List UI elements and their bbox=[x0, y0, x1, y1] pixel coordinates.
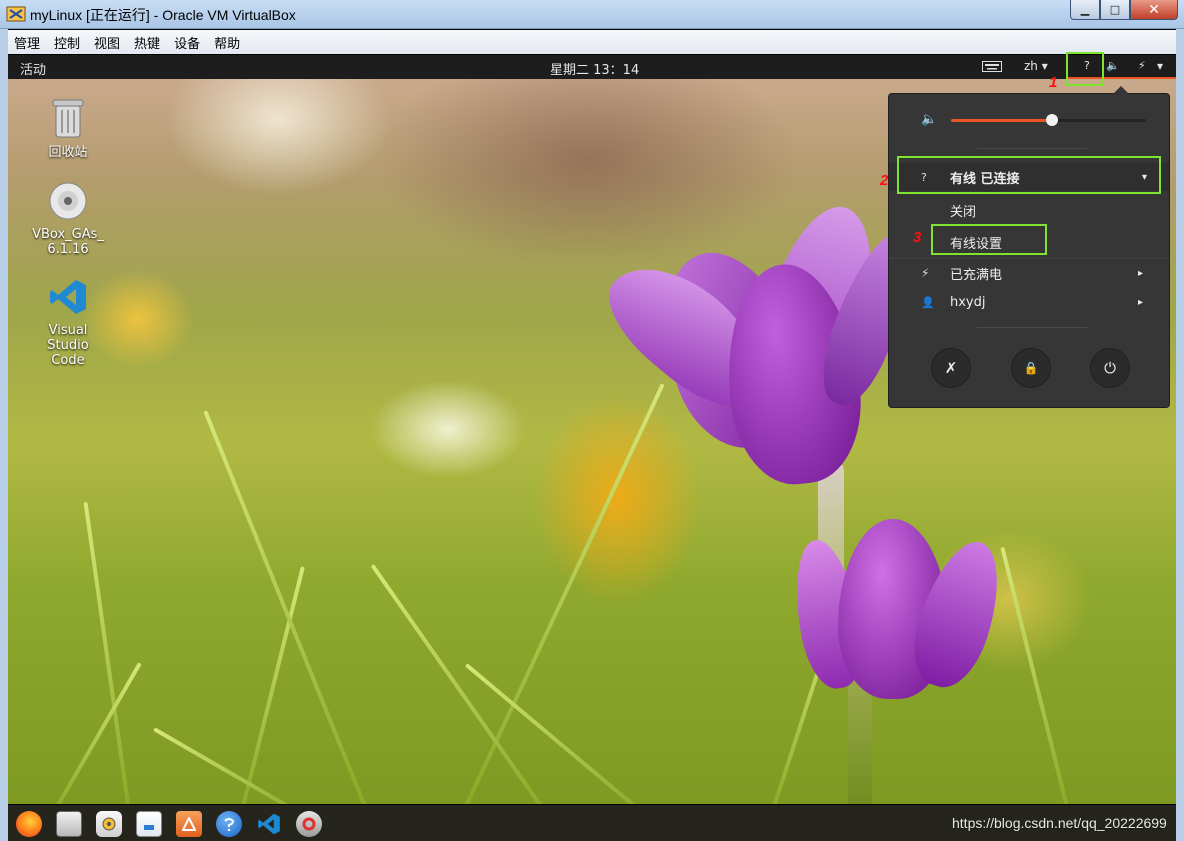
grass-blade bbox=[1000, 546, 1072, 804]
clock[interactable]: 星期二 13：14 bbox=[550, 59, 639, 78]
maximize-button[interactable]: □ bbox=[1100, 0, 1130, 20]
menubar: 管理 控制 视图 热键 设备 帮助 bbox=[8, 30, 1176, 54]
trash-icon bbox=[52, 99, 84, 138]
grass-blade bbox=[203, 410, 372, 804]
menu-manage[interactable]: 管理 bbox=[14, 33, 40, 52]
lock-button[interactable]: 🔒 bbox=[1011, 348, 1051, 388]
chevron-right-icon: ▸ bbox=[1137, 296, 1143, 308]
highlight-box-2 bbox=[897, 156, 1161, 194]
highlight-box-1 bbox=[1066, 52, 1104, 86]
wired-off-item[interactable]: 关闭 bbox=[889, 196, 1169, 224]
battery-icon: ⚡ bbox=[921, 266, 930, 280]
libreoffice-writer-icon[interactable] bbox=[136, 811, 162, 837]
grass-blade bbox=[153, 727, 311, 804]
virtualbox-icon bbox=[6, 6, 26, 22]
power-button[interactable]: ⏻ bbox=[1090, 348, 1130, 388]
volume-slider-knob[interactable] bbox=[1046, 114, 1059, 126]
minimize-button[interactable]: ▁ bbox=[1070, 0, 1100, 20]
window-frame-right bbox=[1176, 29, 1184, 841]
menu-control[interactable]: 控制 bbox=[54, 33, 80, 52]
grass-blade bbox=[48, 662, 142, 804]
volume-icon[interactable]: 🔈 bbox=[1106, 59, 1120, 72]
battery-icon[interactable]: ⚡ bbox=[1138, 59, 1146, 72]
separator bbox=[977, 327, 1087, 328]
chevron-right-icon: ▸ bbox=[1137, 267, 1143, 279]
vscode-icon bbox=[50, 280, 86, 314]
menu-help[interactable]: 帮助 bbox=[214, 33, 240, 52]
rhythmbox-icon[interactable] bbox=[96, 811, 122, 837]
watermark: https://blog.csdn.net/qq_20222699 bbox=[952, 815, 1167, 831]
callout-number-1: 1 bbox=[1049, 74, 1058, 91]
desktop-icon-vbox-gas[interactable]: VBox_GAs_ 6.1.16 bbox=[28, 181, 108, 257]
desktop-icon-label: Visual Studio Code bbox=[47, 323, 89, 368]
callout-number-2: 2 bbox=[880, 172, 889, 189]
menu-view[interactable]: 视图 bbox=[94, 33, 120, 52]
user-item[interactable]: 👤 hxydj ▸ bbox=[889, 288, 1169, 316]
keyboard-icon[interactable] bbox=[982, 61, 1002, 72]
callout-number-3: 3 bbox=[913, 229, 922, 246]
power-icon: ⏻ bbox=[1104, 359, 1116, 377]
separator bbox=[977, 148, 1087, 149]
window-titlebar[interactable]: myLinux [正在运行] - Oracle VM VirtualBox ▁ … bbox=[0, 0, 1184, 29]
desktop-icon-trash[interactable]: 回收站 bbox=[28, 95, 108, 160]
battery-item[interactable]: ⚡ 已充满电 ▸ bbox=[889, 259, 1169, 287]
files-icon[interactable] bbox=[56, 811, 82, 837]
volume-icon: 🔈 bbox=[921, 112, 938, 127]
popup-arrow bbox=[1113, 86, 1129, 94]
desktop-icon-label: 回收站 bbox=[48, 145, 88, 160]
wired-off-label: 关闭 bbox=[950, 204, 977, 220]
lock-icon: 🔒 bbox=[1023, 361, 1039, 375]
volume-slider[interactable] bbox=[951, 114, 1146, 126]
vscode-icon[interactable] bbox=[256, 811, 282, 837]
grass-blade bbox=[458, 383, 665, 804]
software-center-icon[interactable] bbox=[176, 811, 202, 837]
activities-button[interactable]: 活动 bbox=[20, 59, 46, 78]
desktop-icon-vscode[interactable]: Visual Studio Code bbox=[28, 277, 108, 368]
language-selector[interactable]: zh ▾ bbox=[1024, 59, 1048, 73]
cdrom-icon bbox=[49, 182, 87, 220]
menu-hotkeys[interactable]: 热键 bbox=[134, 33, 160, 52]
user-label: hxydj bbox=[950, 294, 986, 310]
highlight-box-3 bbox=[931, 224, 1047, 255]
menu-devices[interactable]: 设备 bbox=[174, 33, 200, 52]
grass-blade bbox=[83, 501, 132, 804]
grass-blade bbox=[238, 566, 305, 804]
user-icon: 👤 bbox=[921, 295, 935, 309]
system-menu-arrow[interactable]: ▾ bbox=[1157, 59, 1163, 73]
settings-button[interactable]: ✗ bbox=[931, 348, 971, 388]
battery-label: 已充满电 bbox=[950, 267, 1003, 283]
firefox-icon[interactable] bbox=[16, 811, 42, 837]
desktop-icon-label: VBox_GAs_ 6.1.16 bbox=[32, 227, 104, 257]
volume-slider-fill bbox=[951, 119, 1053, 122]
help-icon[interactable] bbox=[216, 811, 242, 837]
settings-icon[interactable] bbox=[296, 811, 322, 837]
tools-icon: ✗ bbox=[944, 359, 958, 377]
window-title: myLinux [正在运行] - Oracle VM VirtualBox bbox=[30, 7, 296, 23]
window-frame-left bbox=[0, 29, 8, 841]
gnome-top-bar: 活动 星期二 13：14 zh ▾ ? 🔈 ⚡ ▾ bbox=[8, 55, 1176, 79]
close-button[interactable]: ✕ bbox=[1130, 0, 1178, 20]
